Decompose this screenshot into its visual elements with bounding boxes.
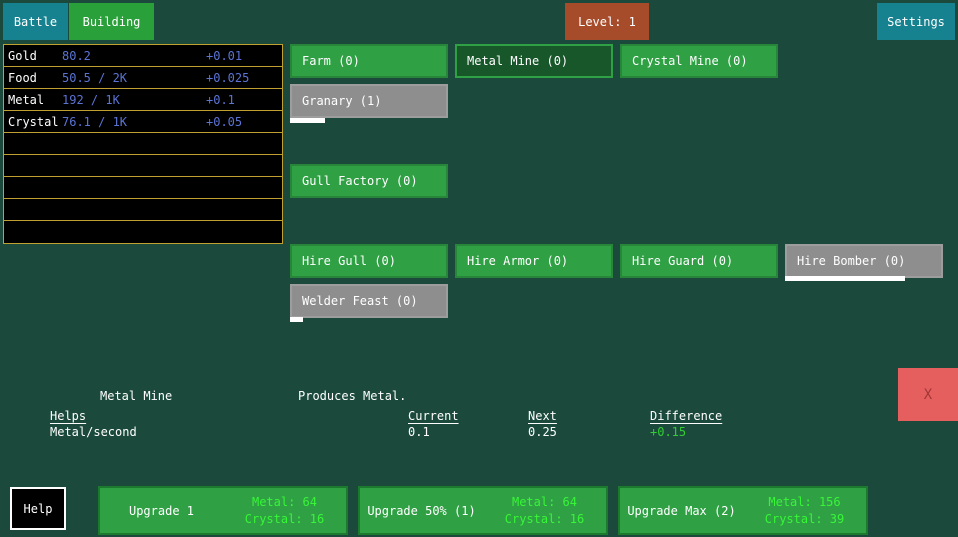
- building-button-farm[interactable]: Farm (0): [290, 44, 448, 78]
- building-button-granary[interactable]: Granary (1): [290, 84, 448, 118]
- progress-fill: [785, 276, 905, 281]
- settings-button[interactable]: Settings: [877, 3, 955, 40]
- granary-progress-bar: [290, 118, 448, 123]
- resource-delta: +0.05: [206, 115, 282, 129]
- building-button-label: Farm (0): [302, 54, 360, 68]
- hire-guard-button[interactable]: Hire Guard (0): [620, 244, 778, 278]
- tab-battle[interactable]: Battle: [3, 3, 68, 40]
- resource-row-food: Food 50.5 / 2K +0.025: [4, 67, 282, 89]
- upgrade-button-label: Upgrade Max (2): [620, 504, 743, 518]
- help-button[interactable]: Help: [10, 487, 66, 530]
- info-column-current: Current: [408, 409, 459, 423]
- info-row-current: 0.1: [408, 425, 430, 439]
- progress-fill: [290, 118, 325, 123]
- hire-gull-button[interactable]: Hire Gull (0): [290, 244, 448, 278]
- resource-value: 192 / 1K: [62, 93, 206, 107]
- upgrade-50-percent-button[interactable]: Upgrade 50% (1) Metal: 64 Crystal: 16: [358, 486, 608, 535]
- resource-delta: +0.1: [206, 93, 282, 107]
- close-info-panel-button[interactable]: X: [898, 368, 958, 421]
- resource-row-empty: [4, 177, 282, 199]
- resource-name: Crystal: [4, 115, 62, 129]
- info-row-next: 0.25: [528, 425, 557, 439]
- upgrade-1-button[interactable]: Upgrade 1 Metal: 64 Crystal: 16: [98, 486, 348, 535]
- resource-row-metal: Metal 192 / 1K +0.1: [4, 89, 282, 111]
- game-screen: Battle Building Level: 1 Settings Gold 8…: [0, 0, 958, 537]
- upgrade-button-label: Upgrade 50% (1): [360, 504, 483, 518]
- welder-feast-progress-bar: [290, 317, 448, 322]
- info-row-difference: +0.15: [650, 425, 686, 439]
- resource-row-empty: [4, 133, 282, 155]
- welder-feast-button[interactable]: Welder Feast (0): [290, 284, 448, 318]
- resource-value: 76.1 / 1K: [62, 115, 206, 129]
- upgrade-button-label: Upgrade 1: [100, 504, 223, 518]
- building-button-metal-mine[interactable]: Metal Mine (0): [455, 44, 613, 78]
- hire-button-label: Hire Gull (0): [302, 254, 396, 268]
- cost-metal: Metal: 156: [768, 494, 840, 511]
- cost-crystal: Crystal: 16: [505, 511, 584, 528]
- upgrade-button-costs: Metal: 64 Crystal: 16: [223, 494, 346, 528]
- upgrade-button-costs: Metal: 156 Crystal: 39: [743, 494, 866, 528]
- info-row-helps: Metal/second: [50, 425, 137, 439]
- hire-button-label: Hire Guard (0): [632, 254, 733, 268]
- resource-row-empty: [4, 221, 282, 243]
- resource-name: Food: [4, 71, 62, 85]
- building-button-crystal-mine[interactable]: Crystal Mine (0): [620, 44, 778, 78]
- cost-crystal: Crystal: 39: [765, 511, 844, 528]
- building-button-label: Gull Factory (0): [302, 174, 418, 188]
- resource-table: Gold 80.2 +0.01 Food 50.5 / 2K +0.025 Me…: [3, 44, 283, 244]
- cost-metal: Metal: 64: [512, 494, 577, 511]
- cost-metal: Metal: 64: [252, 494, 317, 511]
- resource-row-empty: [4, 199, 282, 221]
- info-panel-title: Metal Mine: [100, 389, 172, 403]
- hire-armor-button[interactable]: Hire Armor (0): [455, 244, 613, 278]
- building-button-gull-factory[interactable]: Gull Factory (0): [290, 164, 448, 198]
- upgrade-max-button[interactable]: Upgrade Max (2) Metal: 156 Crystal: 39: [618, 486, 868, 535]
- tab-building[interactable]: Building: [69, 3, 154, 40]
- resource-value: 80.2: [62, 49, 206, 63]
- cost-crystal: Crystal: 16: [245, 511, 324, 528]
- resource-name: Gold: [4, 49, 62, 63]
- resource-row-crystal: Crystal 76.1 / 1K +0.05: [4, 111, 282, 133]
- hire-bomber-progress-bar: [785, 276, 943, 281]
- upgrade-button-costs: Metal: 64 Crystal: 16: [483, 494, 606, 528]
- hire-button-label: Hire Armor (0): [467, 254, 568, 268]
- building-button-label: Metal Mine (0): [467, 54, 568, 68]
- info-column-next: Next: [528, 409, 557, 423]
- info-column-helps: Helps: [50, 409, 86, 423]
- building-button-label: Granary (1): [302, 94, 381, 108]
- hire-bomber-button[interactable]: Hire Bomber (0): [785, 244, 943, 278]
- hire-button-label: Welder Feast (0): [302, 294, 418, 308]
- resource-row-empty: [4, 155, 282, 177]
- resource-row-gold: Gold 80.2 +0.01: [4, 45, 282, 67]
- level-indicator: Level: 1: [565, 3, 649, 40]
- resource-name: Metal: [4, 93, 62, 107]
- info-column-difference: Difference: [650, 409, 722, 423]
- building-button-label: Crystal Mine (0): [632, 54, 748, 68]
- progress-fill: [290, 317, 303, 322]
- resource-value: 50.5 / 2K: [62, 71, 206, 85]
- hire-button-label: Hire Bomber (0): [797, 254, 905, 268]
- resource-delta: +0.025: [206, 71, 282, 85]
- resource-delta: +0.01: [206, 49, 282, 63]
- info-panel-description: Produces Metal.: [298, 389, 406, 403]
